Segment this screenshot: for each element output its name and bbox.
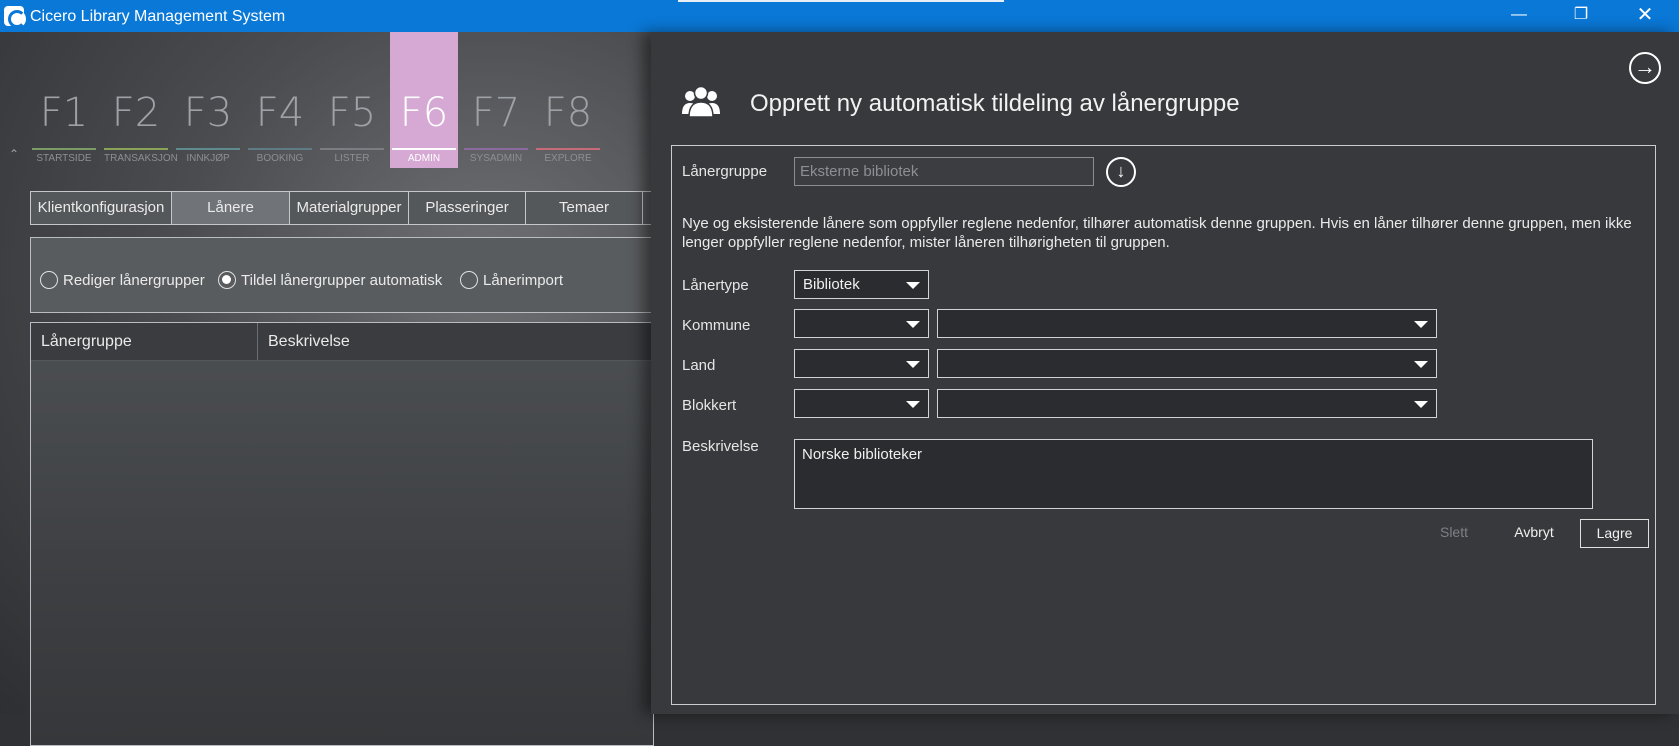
arrow-down-icon: ↓ <box>1116 161 1126 181</box>
radio-checked-icon <box>218 271 236 289</box>
minimize-button[interactable]: — <box>1496 0 1542 32</box>
fkey-f5[interactable]: F5 LISTER <box>318 32 386 168</box>
tab-materialgrupper[interactable]: Materialgrupper <box>289 191 409 225</box>
rule-info-text: Nye og eksisterende lånere som oppfyller… <box>682 215 1632 251</box>
fkey-number: F6 <box>399 90 449 136</box>
blokkert-detail-select[interactable] <box>937 389 1437 418</box>
land-select[interactable] <box>794 349 929 378</box>
kommune-detail-select[interactable] <box>937 309 1437 338</box>
chevron-down-icon <box>906 282 920 289</box>
admin-pane: ⌃ F1 STARTSIDE F2 TRANSAKSJON F3 INNKJØP… <box>0 32 658 746</box>
restore-icon: ❐ <box>1573 6 1589 23</box>
fkey-label: LISTER <box>320 148 384 164</box>
radio-label: Tildel lånergrupper automatisk <box>241 271 443 289</box>
app-logo-icon <box>4 6 26 28</box>
close-button[interactable]: ✕ <box>1622 0 1668 32</box>
radio-circle-icon <box>40 271 58 289</box>
fkey-f3[interactable]: F3 INNKJØP <box>174 32 242 168</box>
fkey-f7[interactable]: F7 SYSADMIN <box>462 32 530 168</box>
collapse-chevron-icon[interactable]: ⌃ <box>9 147 19 161</box>
cancel-button[interactable]: Avbryt <box>1499 519 1569 548</box>
fkey-label: SYSADMIN <box>464 148 528 164</box>
create-rule-panel: → Opprett ny automatisk tildeling av lån… <box>651 32 1679 714</box>
kommune-label: Kommune <box>682 317 751 334</box>
fkey-label: TRANSAKSJON <box>104 148 178 164</box>
grid-header: Lånergruppe Beskrivelse <box>31 323 653 361</box>
lanergruppe-grid: Lånergruppe Beskrivelse <box>30 322 654 746</box>
tab-klientkonfigurasjon[interactable]: Klientkonfigurasjon <box>30 191 172 225</box>
tab-plasseringer[interactable]: Plasseringer <box>408 191 526 225</box>
chevron-down-icon <box>1414 401 1428 408</box>
fkey-number: F4 <box>255 90 305 136</box>
fkey-f2[interactable]: F2 TRANSAKSJON <box>102 32 178 168</box>
chevron-down-icon <box>1414 361 1428 368</box>
fkey-number: F3 <box>183 90 233 136</box>
title-bar: Cicero Library Management System — ❐ ✕ <box>0 0 1679 32</box>
lanertype-label: Lånertype <box>682 277 749 294</box>
tab-lanere[interactable]: Lånere <box>171 191 290 225</box>
radio-lanerimport[interactable]: Lånerimport <box>460 271 563 289</box>
fkey-f6[interactable]: F6 ADMIN <box>390 32 458 168</box>
close-panel-button[interactable]: → <box>1629 52 1661 84</box>
lanertype-value: Bibliotek <box>803 276 860 293</box>
lanertype-select[interactable]: Bibliotek <box>794 270 929 299</box>
radio-tildel-automatisk[interactable]: Tildel lånergrupper automatisk <box>218 271 442 289</box>
lanergruppe-label: Lånergruppe <box>682 163 768 180</box>
fkey-number: F7 <box>471 90 521 136</box>
fkey-label: STARTSIDE <box>32 148 96 164</box>
arrow-right-icon: → <box>1634 54 1656 79</box>
kommune-select[interactable] <box>794 309 929 338</box>
fkey-f8[interactable]: F8 EXPLORE <box>534 32 602 168</box>
restore-button[interactable]: ❐ <box>1558 0 1604 32</box>
chevron-down-icon <box>906 361 920 368</box>
titlebar-strip <box>678 0 1004 2</box>
column-header-beskrivelse[interactable]: Beskrivelse <box>258 323 350 360</box>
chevron-down-icon <box>906 321 920 328</box>
select-group-button[interactable]: ↓ <box>1106 157 1136 187</box>
users-group-icon <box>682 85 720 118</box>
fkey-f4[interactable]: F4 BOOKING <box>246 32 314 168</box>
radio-label: Rediger lånergrupper <box>63 271 205 289</box>
fkey-label: BOOKING <box>248 148 312 164</box>
blokkert-label: Blokkert <box>682 397 737 414</box>
fkey-f1[interactable]: F1 STARTSIDE <box>30 32 98 168</box>
fkey-number: F5 <box>327 90 377 136</box>
fkey-number: F1 <box>39 90 89 136</box>
lanergruppe-input[interactable]: Eksterne bibliotek <box>794 157 1094 186</box>
delete-button[interactable]: Slett <box>1429 519 1479 548</box>
radio-circle-icon <box>460 271 478 289</box>
land-label: Land <box>682 357 716 374</box>
tab-temaer[interactable]: Temaer <box>525 191 643 225</box>
beskrivelse-label: Beskrivelse <box>682 438 759 455</box>
column-header-lanergruppe[interactable]: Lånergruppe <box>31 323 258 360</box>
panel-title: Opprett ny automatisk tildeling av låner… <box>750 90 1240 117</box>
minimize-icon: — <box>1511 6 1527 23</box>
blokkert-select[interactable] <box>794 389 929 418</box>
land-detail-select[interactable] <box>937 349 1437 378</box>
fkey-label: EXPLORE <box>536 148 600 164</box>
radio-rediger-lanergrupper[interactable]: Rediger lånergrupper <box>40 271 205 289</box>
radio-label: Lånerimport <box>483 271 564 289</box>
window-title: Cicero Library Management System <box>30 8 286 25</box>
chevron-down-icon <box>1414 321 1428 328</box>
fkey-number: F2 <box>111 90 161 136</box>
mode-radio-panel: Rediger lånergrupper Tildel lånergrupper… <box>30 237 654 313</box>
admin-subtabs: Klientkonfigurasjon Lånere Materialgrupp… <box>30 191 658 225</box>
rule-form: Lånergruppe Eksterne bibliotek ↓ Nye og … <box>671 145 1656 705</box>
chevron-down-icon <box>906 401 920 408</box>
beskrivelse-textarea[interactable]: Norske biblioteker <box>794 439 1593 509</box>
fkey-label: INNKJØP <box>176 148 240 164</box>
save-button[interactable]: Lagre <box>1580 519 1649 548</box>
close-icon: ✕ <box>1636 4 1654 26</box>
fkey-label: ADMIN <box>392 148 456 164</box>
fkey-number: F8 <box>543 90 593 136</box>
